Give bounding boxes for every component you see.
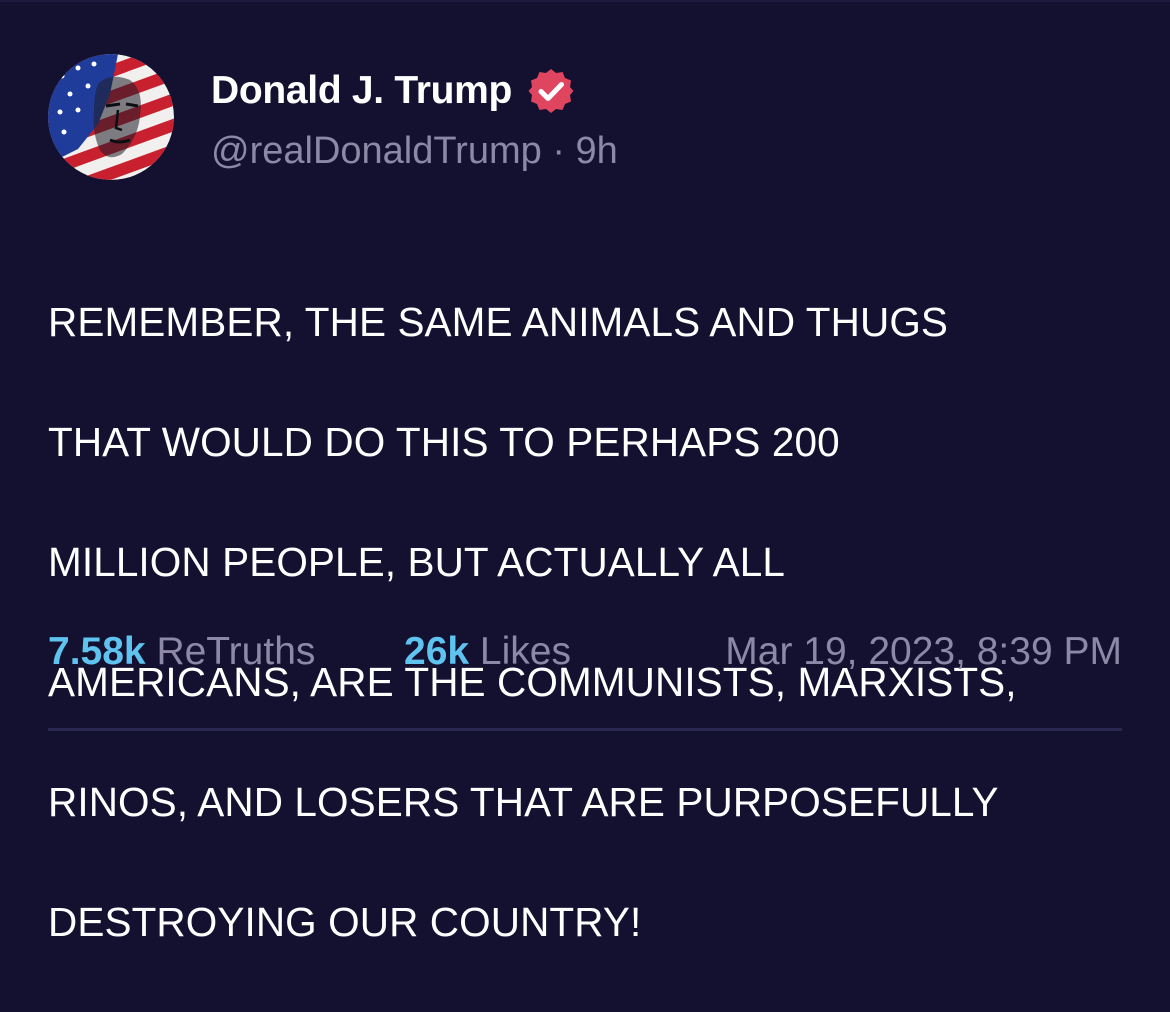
post-text-line: THAT WOULD DO THIS TO PERHAPS 200	[48, 419, 840, 465]
likes-stat[interactable]: 26k Likes	[404, 630, 571, 674]
post-header: Donald J. Trump @realDonaldTrump · 9h	[48, 54, 1128, 180]
author-name-row: Donald J. Trump	[211, 66, 575, 116]
post-text-line: DESTROYING OUR COUNTRY!	[48, 899, 642, 945]
retruths-count: 7.58k	[48, 630, 146, 673]
likes-count: 26k	[404, 630, 470, 673]
avatar-image	[48, 54, 174, 180]
post-body: REMEMBER, THE SAME ANIMALS AND THUGS THA…	[48, 232, 1138, 1012]
post-text-line: MILLION PEOPLE, BUT ACTUALLY ALL	[48, 539, 786, 585]
post-stats: 7.58k ReTruths 26k Likes Mar 19, 2023, 8…	[48, 630, 1122, 686]
likes-label: Likes	[479, 630, 571, 673]
retruths-stat[interactable]: 7.58k ReTruths	[48, 630, 315, 674]
relative-time[interactable]: 9h	[576, 130, 618, 172]
avatar[interactable]	[48, 54, 174, 180]
post-text-line: REMEMBER, THE SAME ANIMALS AND THUGS	[48, 299, 949, 345]
post-timestamp[interactable]: Mar 19, 2023, 8:39 PM	[725, 630, 1122, 674]
author-handle[interactable]: @realDonaldTrump	[211, 130, 542, 172]
author-meta: @realDonaldTrump · 9h	[211, 130, 618, 173]
top-edge	[0, 0, 1170, 2]
post-text-line: RINOS, AND LOSERS THAT ARE PURPOSEFULLY	[48, 779, 999, 825]
verified-badge-icon	[528, 69, 574, 113]
divider	[48, 728, 1122, 731]
meta-separator: ·	[552, 130, 576, 172]
retruths-label: ReTruths	[156, 630, 316, 673]
author-display-name[interactable]: Donald J. Trump	[211, 69, 512, 113]
